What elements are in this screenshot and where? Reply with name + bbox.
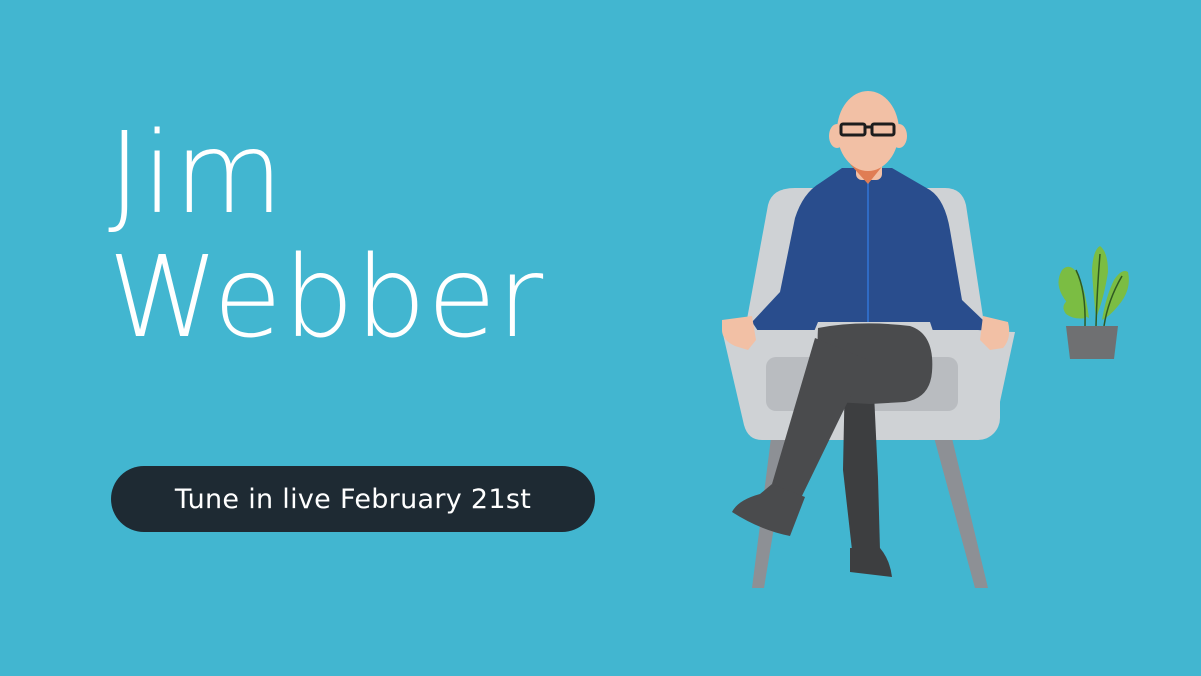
potted-plant-icon [1058, 246, 1129, 359]
event-banner: Jim Webber Tune in live February 21st [0, 0, 1201, 676]
head [837, 91, 899, 171]
seated-man-illustration [722, 91, 1129, 588]
back-shoe [850, 548, 892, 577]
plant-pot [1066, 326, 1118, 359]
chair-leg-right [932, 430, 988, 588]
